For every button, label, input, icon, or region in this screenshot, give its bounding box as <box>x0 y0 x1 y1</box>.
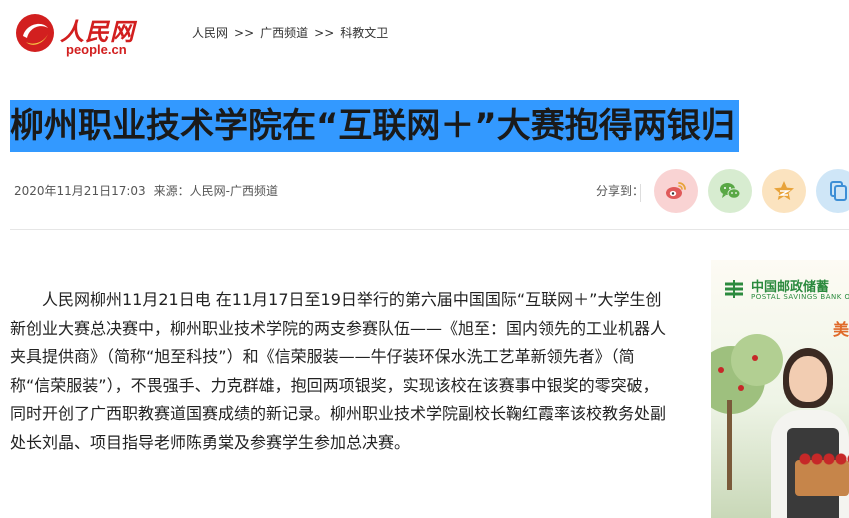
breadcrumb-separator: >> <box>314 26 335 40</box>
share-copy-link-button[interactable] <box>816 169 849 213</box>
ad-cherries <box>799 452 849 466</box>
article-datetime: 2020年11月21日17:03 <box>14 184 146 198</box>
header-divider <box>10 229 849 230</box>
article-source: 来源：人民网-广西频道 <box>153 184 279 198</box>
article-meta: 2020年11月21日17:03 来源：人民网-广西频道 <box>14 182 278 199</box>
logo-english-text: people.cn <box>66 42 127 57</box>
breadcrumb-home-link[interactable]: 人民网 <box>192 26 228 40</box>
share-weibo-button[interactable] <box>654 169 698 213</box>
people-cn-logo[interactable]: 人民网 people.cn <box>14 8 138 58</box>
people-logo-mark-icon <box>16 14 54 52</box>
breadcrumb: 人民网 >> 广西频道 >> 科教文卫 <box>192 24 388 41</box>
weibo-icon <box>666 182 686 199</box>
ad-person-face <box>789 356 827 402</box>
article-body: 人民网柳州11月21日电 在11月17日至19日举行的第六届中国国际“互联网＋”… <box>10 290 667 452</box>
copy-link-icon <box>830 181 847 201</box>
qzone-icon <box>774 181 794 200</box>
ad-brand-english: POSTAL SAVINGS BANK OF <box>751 293 849 301</box>
article-title: 柳州职业技术学院在“互联网＋”大赛抱得两银归 <box>10 100 739 152</box>
share-wechat-button[interactable] <box>708 169 752 213</box>
share-label: 分享到： <box>596 184 645 198</box>
breadcrumb-channel-link[interactable]: 广西频道 <box>260 26 308 40</box>
advertisement-banner[interactable]: 中国邮政储蓄 POSTAL SAVINGS BANK OF 美 <box>711 260 849 518</box>
wechat-icon <box>720 183 741 199</box>
article-title-area: 柳州职业技术学院在“互联网＋”大赛抱得两银归 <box>0 98 849 154</box>
breadcrumb-section-link[interactable]: 科教文卫 <box>340 26 388 40</box>
postal-savings-logo-icon <box>725 280 743 298</box>
share-qzone-button[interactable] <box>762 169 806 213</box>
breadcrumb-separator: >> <box>234 26 255 40</box>
share-divider <box>640 184 641 202</box>
